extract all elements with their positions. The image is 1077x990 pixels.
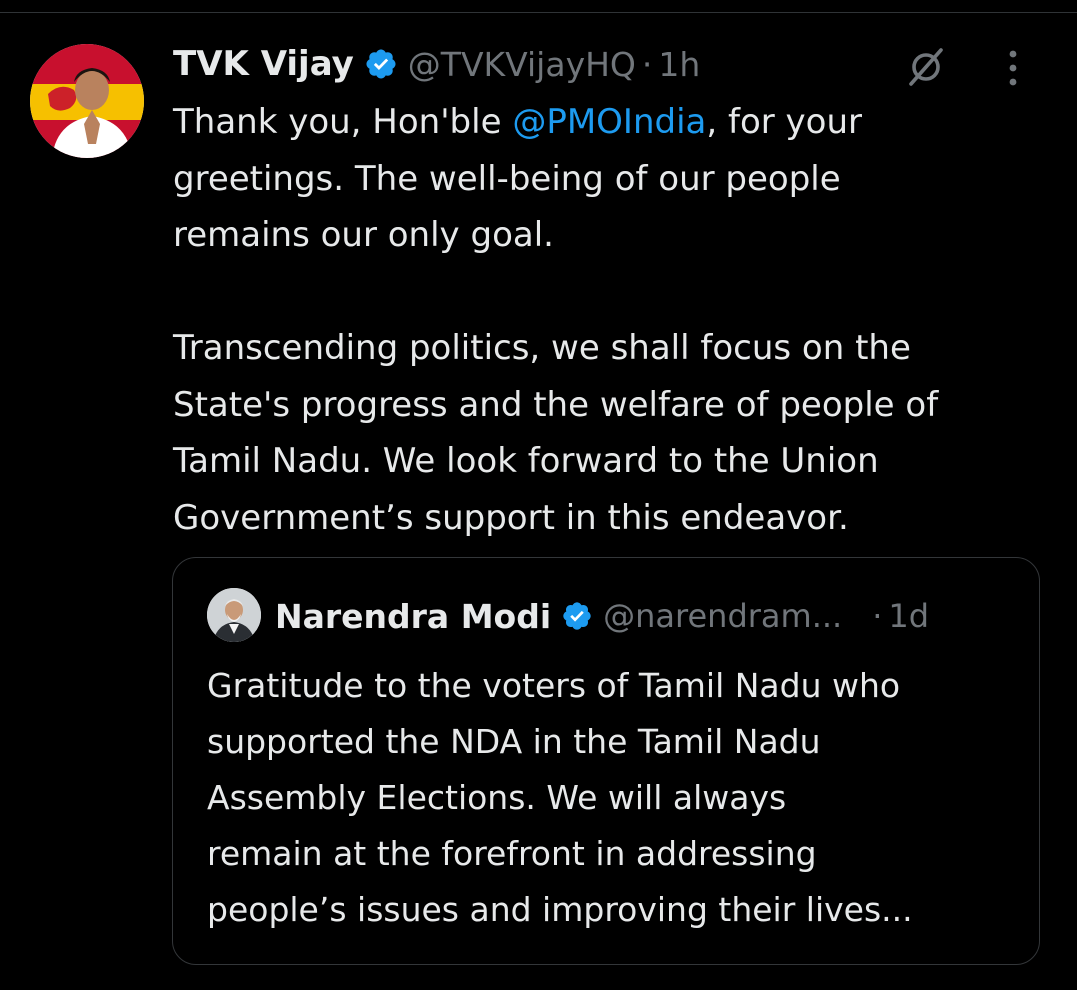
quoted-author-name[interactable]: Narendra Modi [275,597,551,636]
quoted-author-handle[interactable]: @narendram... [603,597,842,635]
quoted-tweet-body: Gratitude to the voters of Tamil Nadu wh… [207,658,913,938]
separator-dot: · [641,44,653,84]
quoted-body-line: Gratitude to the voters of Tamil Nadu wh… [207,666,901,705]
tweet-body-line: Thank you, Hon'ble @PMOIndia, for your [173,94,1053,151]
tweet-text: , for your [706,102,862,142]
tweet-body-line: Tamil Nadu. We look forward to the Union [173,441,879,481]
tweet-body-line: Transcending politics, we shall focus on… [173,328,911,368]
grok-slash-icon[interactable] [903,44,949,90]
tweet-body-line: State's progress and the welfare of peop… [173,384,939,425]
tweet-body-line: greetings. The well-being of our people [173,158,841,199]
quoted-body-line: people’s issues and improving their live… [207,890,913,929]
tweet-body-line: Government’s support in this endeavor. [173,497,849,538]
quoted-body-line: supported the NDA in the Tamil Nadu [207,722,821,761]
author-handle[interactable]: @TVKVijayHQ [408,45,636,84]
quoted-tweet-header: Narendra Modi @narendram... · 1d [275,590,929,642]
mention-link[interactable]: @PMOIndia [512,102,706,142]
verified-badge-icon [563,602,591,630]
tweet-timestamp[interactable]: 1h [658,45,700,84]
author-name[interactable]: TVK Vijay [173,44,354,84]
quoted-author-avatar[interactable] [207,588,261,642]
separator-dot: · [872,597,883,635]
verified-badge-icon [366,49,396,79]
author-avatar[interactable] [30,44,144,158]
tweet-body-line: remains our only goal. [173,215,554,255]
tweet[interactable]: TVK Vijay @TVKVijayHQ · 1h Thank you, Ho… [0,0,1077,990]
more-vertical-icon[interactable] [1003,48,1023,88]
tweet-body: Thank you, Hon'ble @PMOIndia, for your g… [173,94,1053,546]
quoted-tweet-timestamp[interactable]: 1d [888,597,929,635]
tweet-text: Thank you, Hon'ble [173,102,513,142]
tweet-content: TVK Vijay @TVKVijayHQ · 1h Thank you, Ho… [173,38,1053,546]
quoted-body-line: Assembly Elections. We will always [207,778,787,817]
quoted-tweet[interactable]: Narendra Modi @narendram... · 1d Gratitu… [172,557,1040,965]
quoted-body-line: remain at the forefront in addressing [207,834,817,873]
